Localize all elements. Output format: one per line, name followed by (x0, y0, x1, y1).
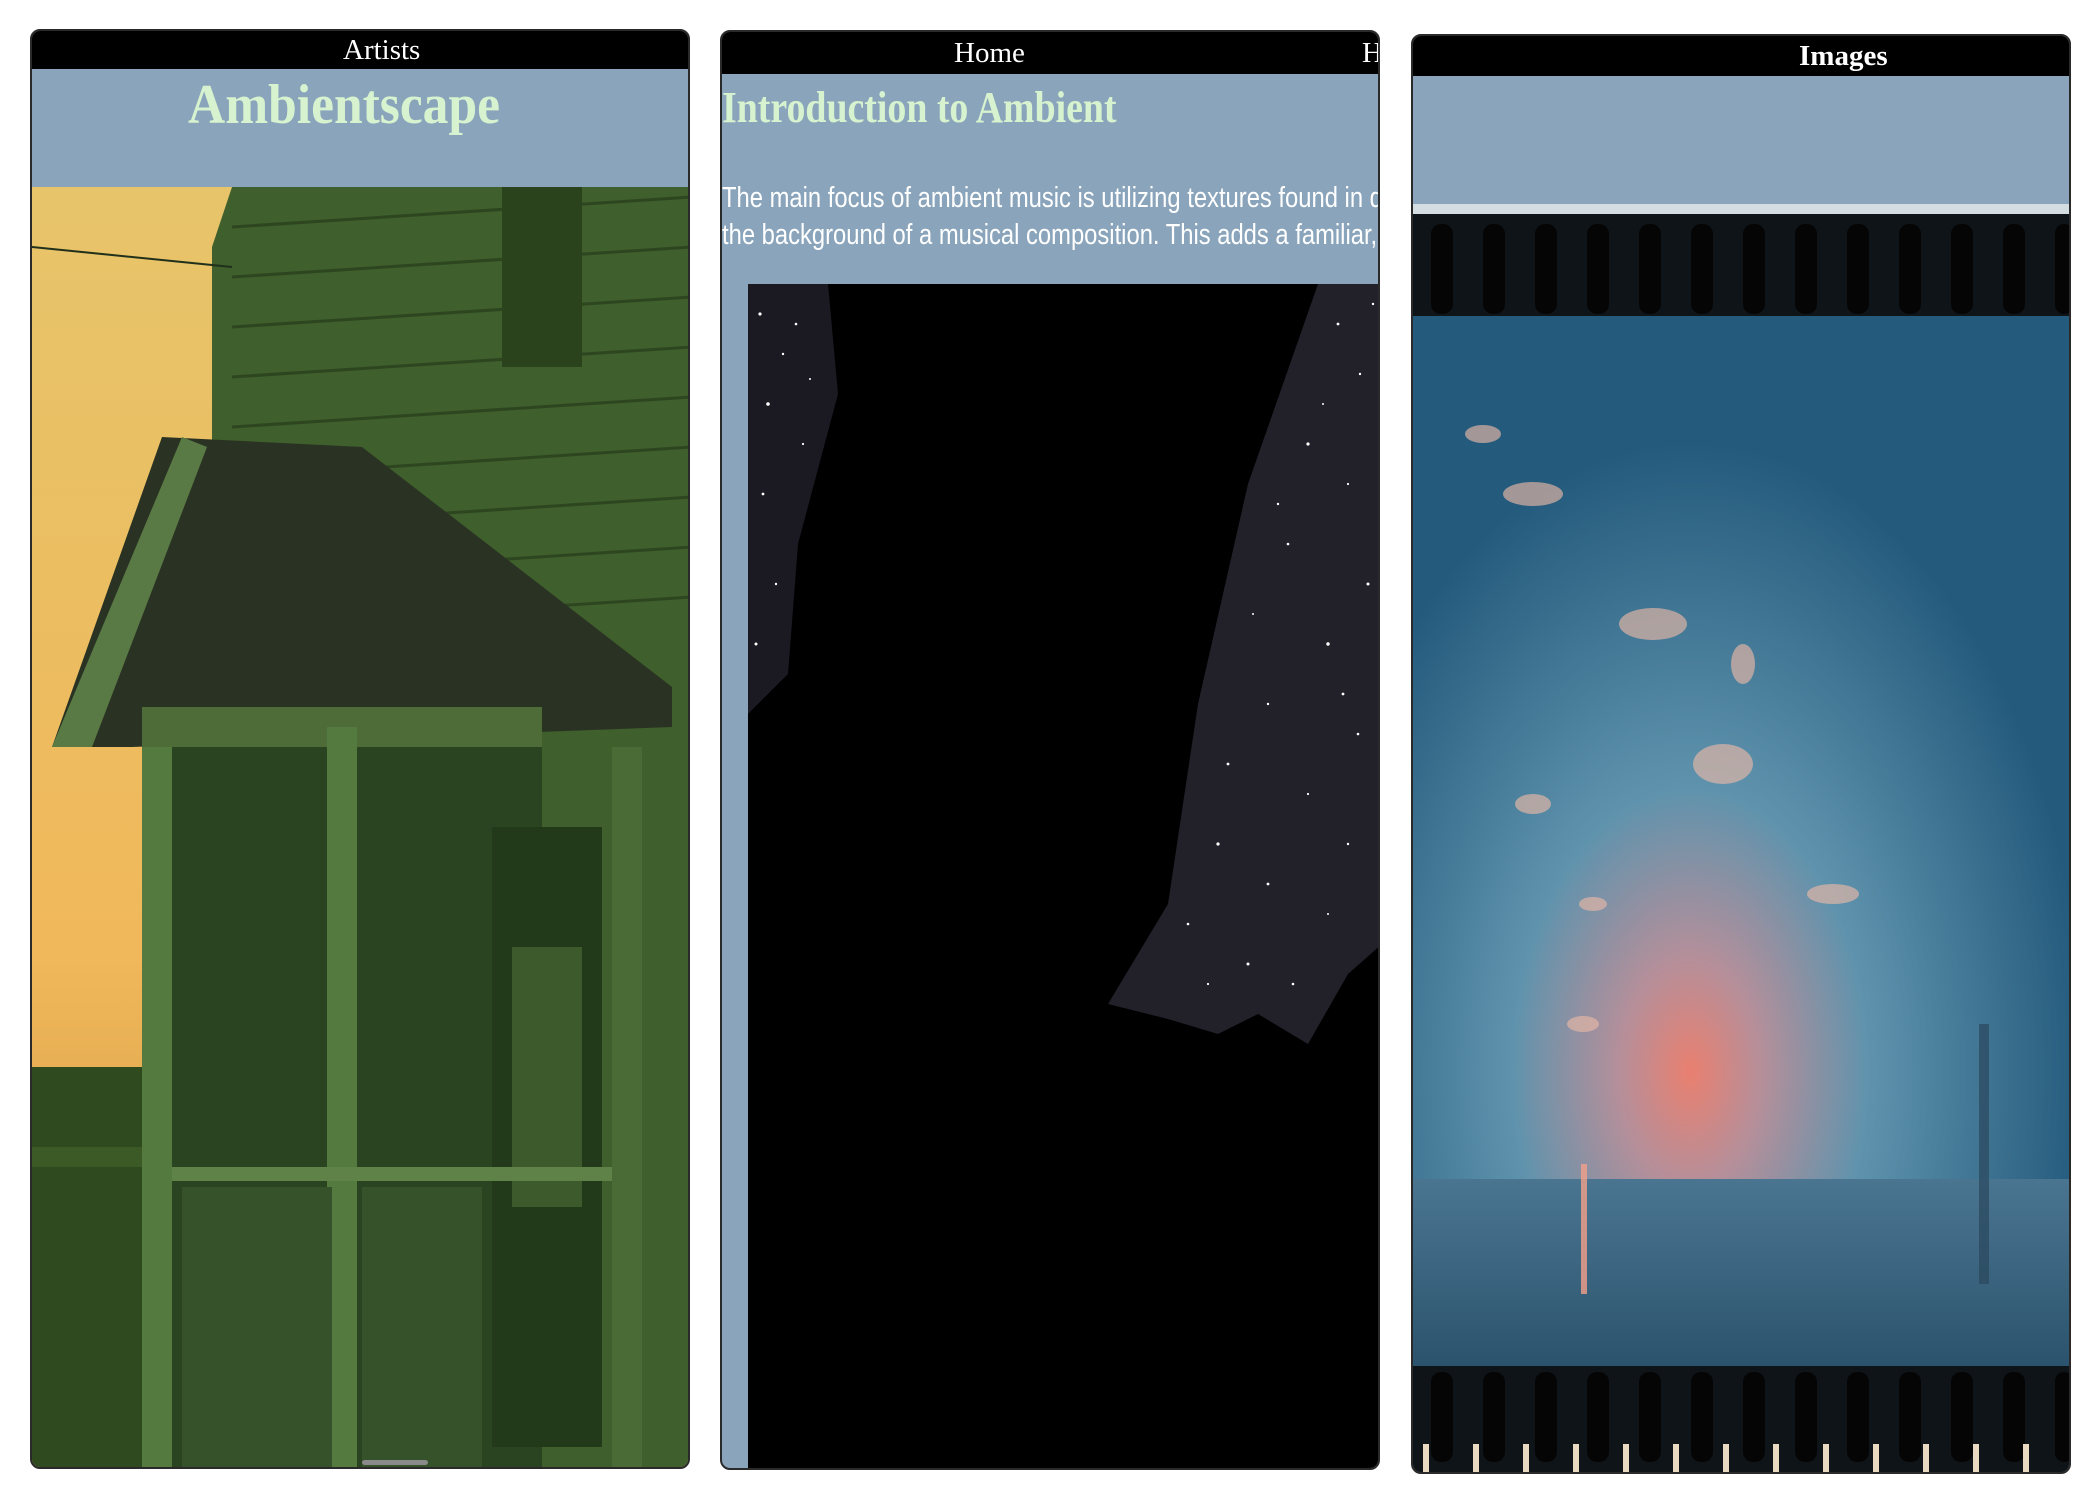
nav-bar: Home H (722, 32, 1378, 74)
film-strip-photo (1413, 204, 2069, 1472)
intro-line-2: the background of a musical composition.… (722, 219, 1380, 251)
nav-link-clipped[interactable]: H (1362, 32, 1378, 74)
screen-artists: Artists Ambientscape (30, 29, 690, 1469)
nav-bar: Images (1413, 36, 2069, 76)
nav-link-artists[interactable]: Artists (343, 31, 420, 69)
nav-link-home[interactable]: Home (954, 32, 1025, 74)
night-sky-photo (748, 284, 1378, 1468)
screen-images: Images (1411, 34, 2071, 1474)
nav-link-images[interactable]: Images (1799, 36, 1888, 76)
scroll-indicator[interactable] (362, 1460, 428, 1465)
nav-bar: Artists (32, 31, 688, 69)
house-photo (32, 187, 688, 1467)
intro-paragraph: The main focus of ambient music is utili… (722, 180, 1380, 254)
section-title: Introduction to Ambient (722, 83, 1117, 132)
site-title: Ambientscape (188, 74, 500, 136)
intro-line-1: The main focus of ambient music is utili… (722, 182, 1380, 214)
screen-home: Home H Introduction to Ambient The main … (720, 30, 1380, 1470)
